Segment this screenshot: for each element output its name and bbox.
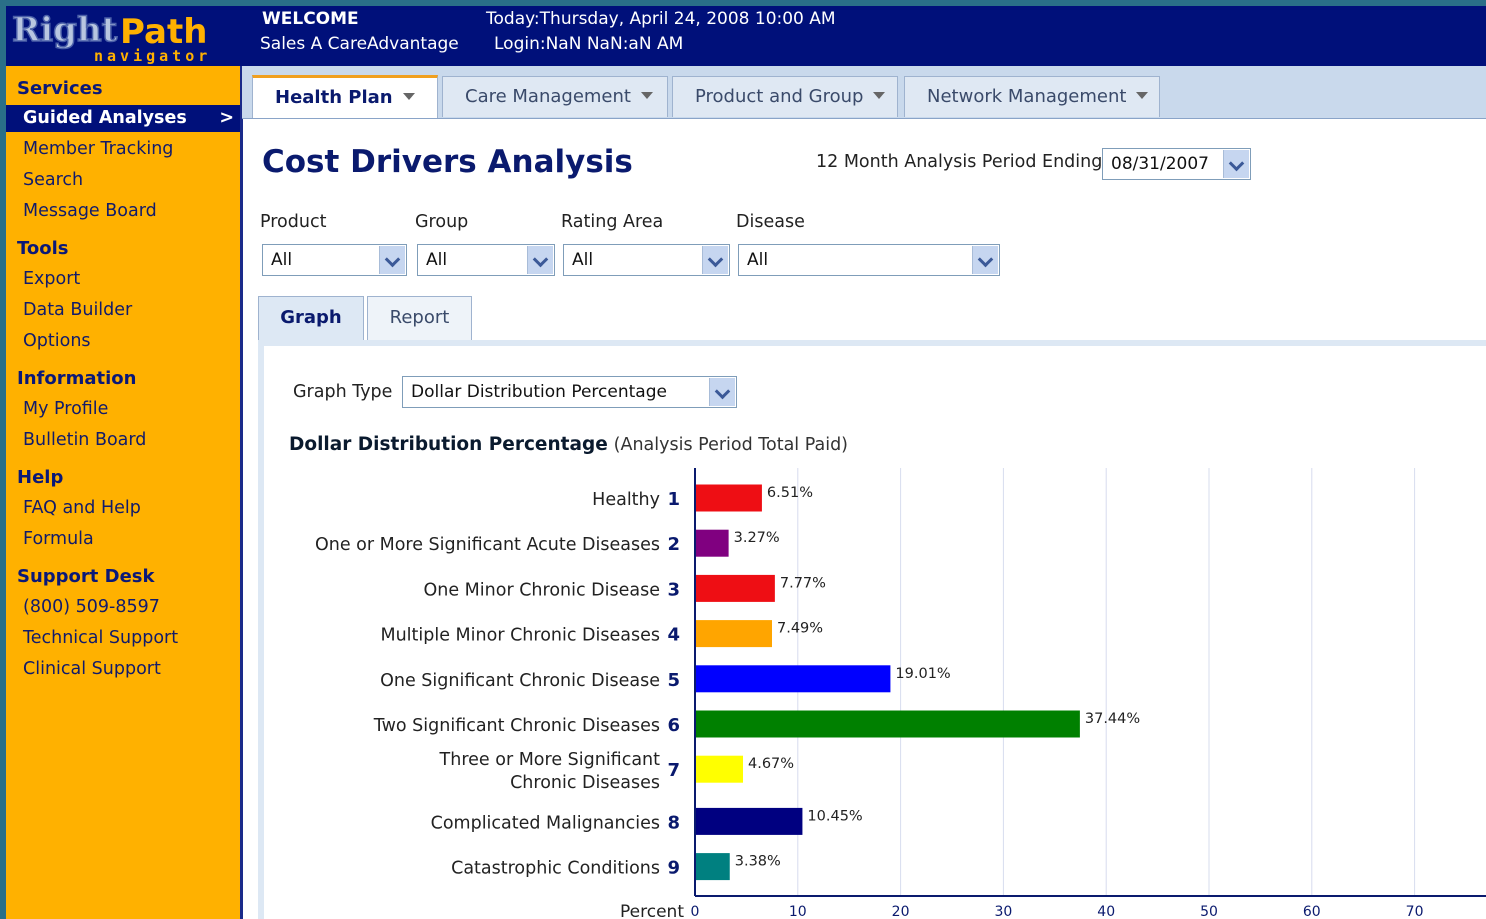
x-tick-label: 50 [1200, 904, 1218, 919]
x-axis-label: Percent [620, 902, 684, 919]
category-label: Complicated Malignancies [431, 813, 660, 833]
category-label: Multiple Minor Chronic Diseases [380, 626, 660, 646]
bar [696, 665, 891, 693]
bar [696, 710, 1080, 738]
category-number: 8 [667, 812, 680, 833]
bar [696, 529, 729, 557]
x-tick-label: 60 [1303, 904, 1321, 919]
bar [696, 574, 775, 602]
data-label: 3.38% [735, 854, 781, 870]
category-label: Chronic Diseases [510, 773, 660, 793]
data-label: 7.49% [777, 621, 823, 637]
category-number: 6 [667, 715, 680, 736]
x-tick-label: 10 [789, 904, 807, 919]
category-number: 1 [667, 489, 680, 510]
data-label: 10.45% [807, 808, 862, 824]
category-number: 5 [667, 670, 680, 691]
data-label: 7.77% [780, 575, 826, 591]
data-label: 37.44% [1085, 711, 1140, 727]
x-tick-label: 40 [1097, 904, 1115, 919]
data-label: 19.01% [895, 666, 950, 682]
category-label: Two Significant Chronic Diseases [373, 716, 660, 736]
category-label: Healthy [592, 490, 660, 510]
data-label: 3.27% [734, 530, 780, 546]
category-number: 3 [667, 579, 680, 600]
category-label: Catastrophic Conditions [451, 859, 660, 879]
app-window: Right Path navigator WELCOME Sales A Car… [6, 6, 1486, 919]
category-number: 7 [667, 760, 680, 781]
bar [696, 484, 762, 512]
bar [696, 807, 803, 835]
bar-chart: 0 10 20 30 40 50 60 70 Percent 6.51% 1 Healthy 3.27%… [315, 468, 1486, 919]
bar [696, 853, 730, 881]
x-tick-label: 20 [892, 904, 910, 919]
category-number: 4 [667, 625, 680, 646]
bar [696, 620, 772, 648]
data-label: 6.51% [767, 485, 813, 501]
category-label: One Minor Chronic Disease [423, 580, 660, 600]
x-tick-label: 0 [691, 904, 700, 919]
x-tick-label: 30 [994, 904, 1012, 919]
data-label: 4.67% [748, 756, 794, 772]
category-number: 2 [667, 534, 680, 555]
category-label: One Significant Chronic Disease [380, 671, 660, 691]
category-label: Three or More Significant [439, 750, 661, 770]
category-label: One or More Significant Acute Diseases [315, 535, 660, 555]
category-number: 9 [667, 858, 680, 879]
bar [696, 755, 744, 783]
x-tick-label: 70 [1406, 904, 1424, 919]
